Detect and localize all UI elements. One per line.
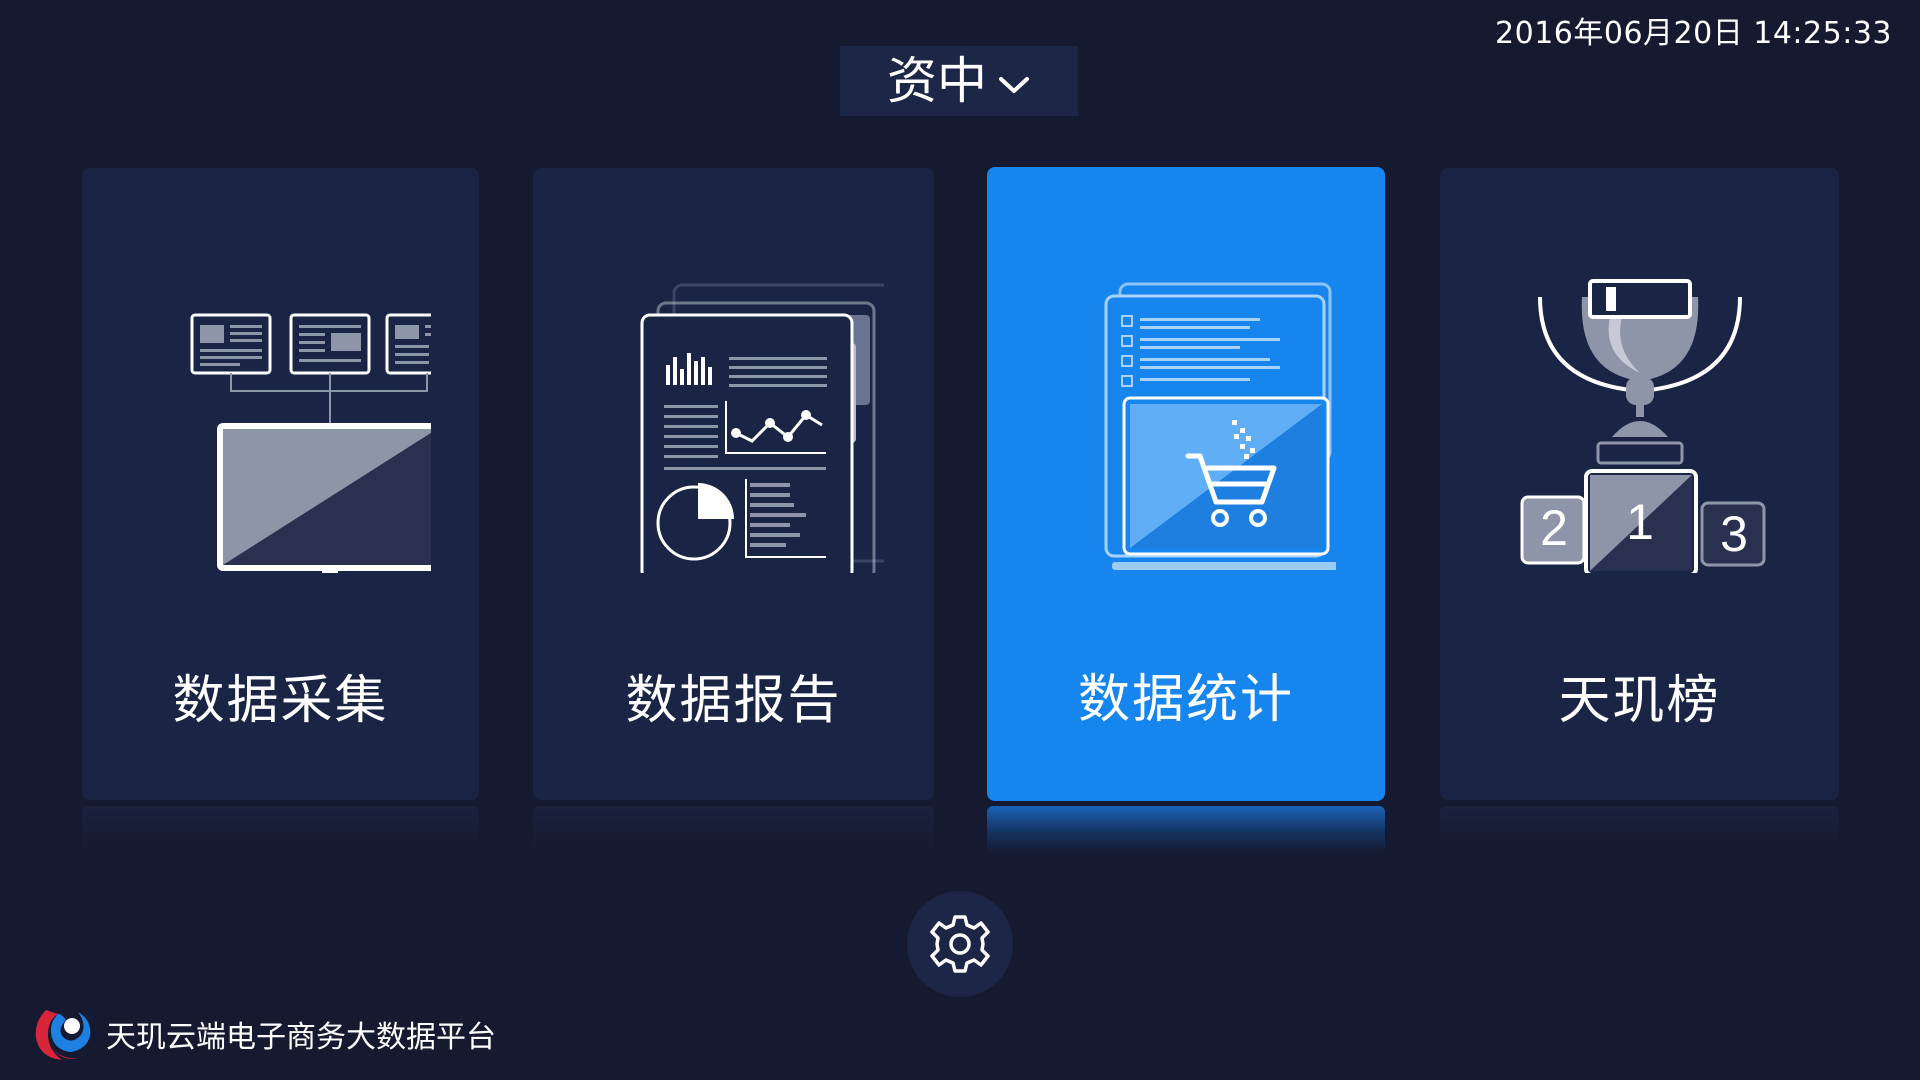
region-label: 资中 <box>887 52 987 110</box>
home-screen: 2016年06月20日 14:25:33 资中 数据采集 数据报告 数据统计 2… <box>0 0 1920 1080</box>
footer-brand: 天玑云端电子商务大数据平台 <box>32 1004 496 1064</box>
card-reflection <box>1440 806 1839 854</box>
card-label: 数据统计 <box>1077 670 1294 730</box>
card-data-report[interactable]: 数据报告 <box>533 168 934 800</box>
settings-button[interactable] <box>907 891 1013 997</box>
card-ranking[interactable]: 2 1 3 天玑榜 <box>1440 168 1839 800</box>
chevron-down-icon <box>999 77 1029 93</box>
card-label: 数据报告 <box>625 671 842 731</box>
card-reflection <box>82 806 479 854</box>
podium-second: 2 <box>1540 500 1568 556</box>
brand-logo-icon <box>35 1010 91 1060</box>
card-data-collection[interactable]: 数据采集 <box>82 168 479 800</box>
data-report-icon <box>640 283 884 573</box>
card-label: 数据采集 <box>172 671 389 731</box>
region-selector[interactable]: 资中 <box>840 46 1078 116</box>
data-statistics-icon <box>1104 282 1336 570</box>
data-collection-icon <box>190 313 431 573</box>
card-reflection <box>987 806 1385 854</box>
datetime-display: 2016年06月20日 14:25:33 <box>1495 16 1892 51</box>
ranking-trophy-icon: 2 1 3 <box>1520 279 1765 573</box>
card-label: 天玑榜 <box>1558 671 1721 731</box>
card-data-statistics[interactable]: 数据统计 <box>987 167 1385 801</box>
card-reflection <box>533 806 934 854</box>
podium-third: 3 <box>1720 506 1748 562</box>
gear-icon <box>930 915 990 973</box>
brand-name: 天玑云端电子商务大数据平台 <box>106 1020 496 1055</box>
podium-first: 1 <box>1626 494 1654 550</box>
